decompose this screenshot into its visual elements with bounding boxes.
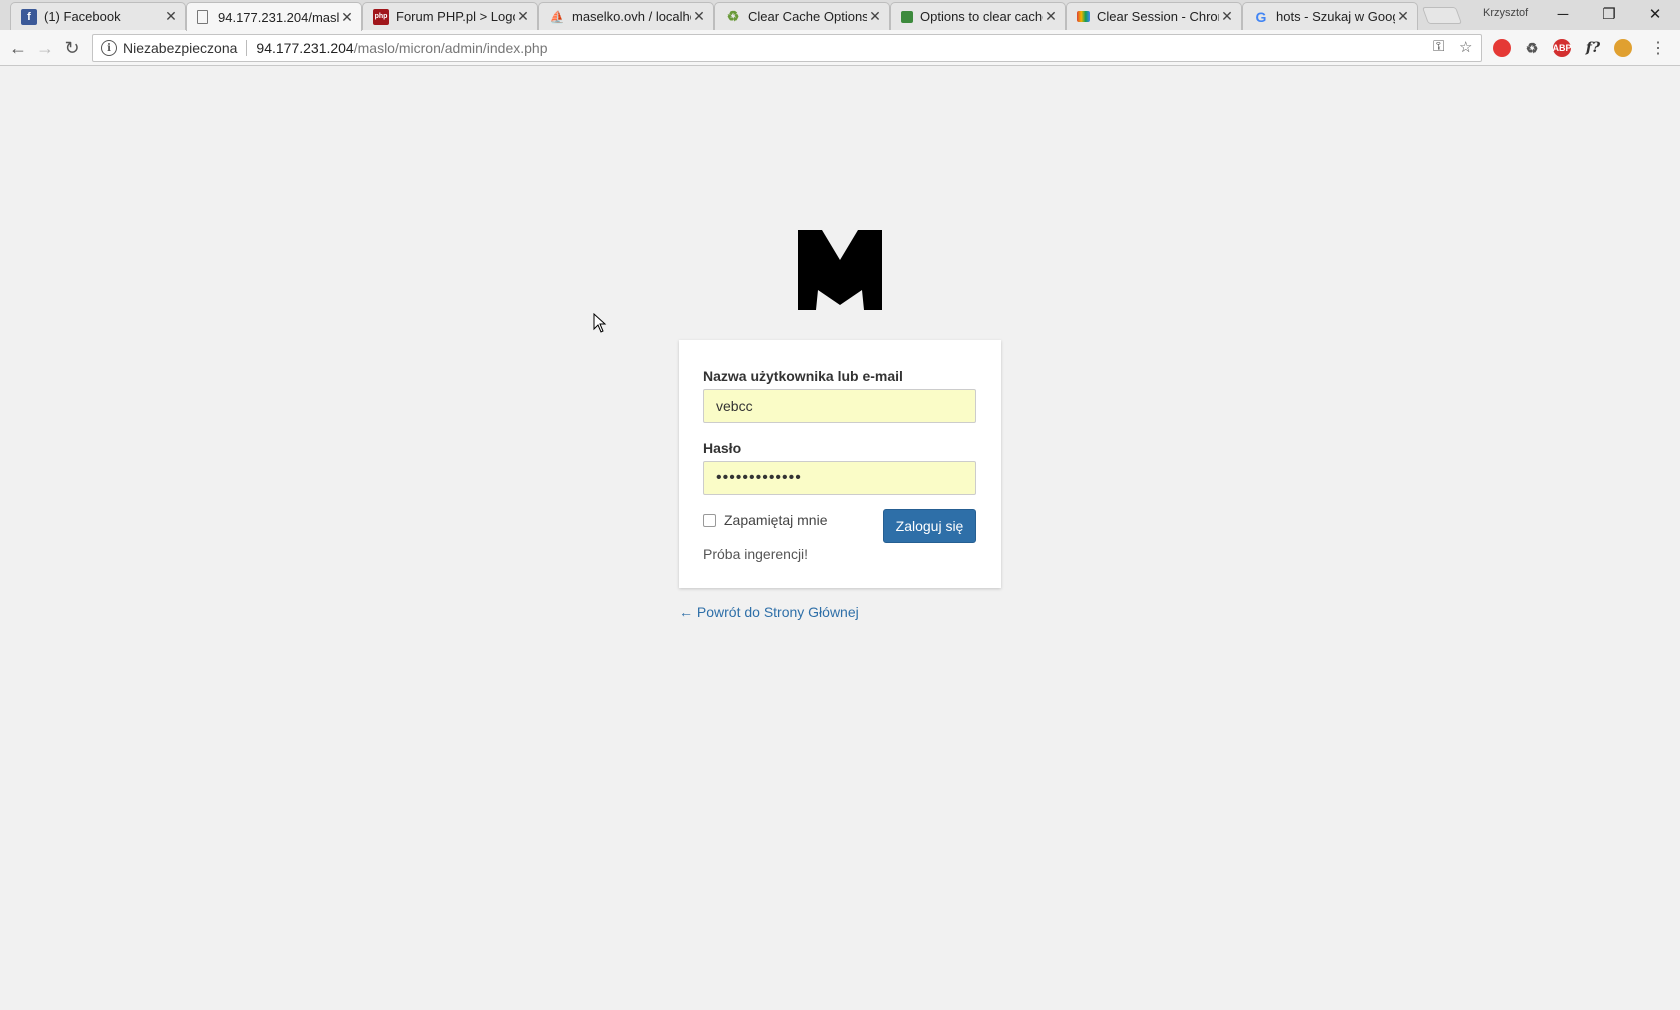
recycle-icon: ♻	[726, 8, 740, 24]
close-icon[interactable]: ✕	[1043, 8, 1059, 25]
star-icon[interactable]: ☆	[1459, 38, 1472, 56]
minimize-button[interactable]: ─	[1540, 0, 1586, 28]
reload-button[interactable]: ↻	[60, 36, 84, 60]
font-identifier-icon[interactable]: f?	[1584, 39, 1602, 57]
remember-checkbox[interactable]	[703, 513, 716, 527]
page-icon	[197, 10, 208, 24]
basket-extension-icon[interactable]	[1614, 39, 1632, 57]
phppl-icon: php	[373, 8, 389, 25]
key-icon[interactable]: ⚿	[1433, 38, 1444, 55]
tab-title: Clear Session - Chrom	[1097, 9, 1219, 24]
close-icon[interactable]: ✕	[515, 8, 531, 25]
tab-clear-cache-options[interactable]: ♻ Clear Cache Options ✕	[714, 2, 890, 30]
remember-label[interactable]: Zapamiętaj mnie	[724, 512, 828, 528]
tab-google-search[interactable]: G hots - Szukaj w Googl ✕	[1242, 2, 1418, 30]
close-icon[interactable]: ✕	[1395, 8, 1411, 25]
close-icon[interactable]: ✕	[691, 8, 707, 25]
url-path: /maslo/micron/admin/index.php	[353, 40, 548, 56]
password-label: Hasło	[703, 440, 742, 456]
tab-title: (1) Facebook	[44, 9, 121, 24]
close-window-button[interactable]: ✕	[1632, 0, 1678, 28]
tab-title: 94.177.231.204/maslo	[218, 9, 339, 25]
tab-title: maselko.ovh / localho	[572, 9, 691, 24]
adblock-plus-icon[interactable]: ABP	[1553, 39, 1572, 57]
login-message: Próba ingerencji!	[703, 546, 809, 562]
url-host: 94.177.231.204	[256, 40, 354, 56]
password-input[interactable]: •••••••••••••	[703, 461, 976, 495]
username-input[interactable]	[703, 389, 976, 423]
username-label: Nazwa użytkownika lub e-mail	[703, 368, 903, 384]
tab-maslo-admin[interactable]: 94.177.231.204/maslo ✕	[186, 2, 362, 31]
site-logo	[798, 230, 882, 310]
new-tab-button[interactable]	[1421, 7, 1463, 24]
tab-title: Options to clear cache	[920, 9, 1043, 24]
tab-title: Clear Cache Options	[748, 9, 867, 24]
address-bar[interactable]: i Niezabezpieczona 94.177.231.204/maslo/…	[92, 34, 1482, 62]
facebook-icon: f	[21, 8, 37, 25]
close-icon[interactable]: ✕	[339, 9, 355, 26]
browser-toolbar: ← → ↻ i Niezabezpieczona 94.177.231.204/…	[0, 30, 1680, 66]
trash-extension-icon[interactable]	[1493, 39, 1511, 57]
profile-name[interactable]: Krzysztof	[1483, 7, 1528, 19]
chrome-store-icon	[1077, 11, 1090, 22]
tab-strip: f (1) Facebook ✕ 94.177.231.204/maslo ✕ …	[0, 0, 1680, 31]
back-to-home-link[interactable]: ← Powrót do Strony Głównej	[679, 604, 859, 620]
google-icon: G	[1255, 8, 1267, 25]
security-label[interactable]: Niezabezpieczona	[123, 40, 237, 56]
tab-clear-session[interactable]: Clear Session - Chrom ✕	[1066, 2, 1242, 30]
info-icon[interactable]: i	[101, 40, 117, 56]
close-icon[interactable]: ✕	[163, 8, 179, 25]
tab-facebook[interactable]: f (1) Facebook ✕	[10, 2, 186, 30]
remember-me[interactable]: Zapamiętaj mnie	[703, 512, 828, 528]
tab-forum-php[interactable]: php Forum PHP.pl > Logo ✕	[362, 2, 538, 30]
phpmyadmin-icon: ⛵	[549, 9, 565, 24]
tab-title: hots - Szukaj w Googl	[1276, 9, 1395, 24]
login-form: Nazwa użytkownika lub e-mail Hasło •••••…	[679, 340, 1001, 588]
close-icon[interactable]: ✕	[1219, 8, 1235, 25]
menu-icon[interactable]: ⋮	[1646, 36, 1670, 60]
mouse-cursor-icon	[593, 313, 607, 333]
login-button[interactable]: Zaloguj się	[883, 509, 976, 543]
back-button[interactable]: ←	[6, 36, 30, 60]
tab-title: Forum PHP.pl > Logo	[396, 9, 515, 24]
address-separator	[246, 40, 248, 56]
close-icon[interactable]: ✕	[867, 8, 883, 25]
forward-button[interactable]: →	[33, 36, 57, 60]
restore-button[interactable]: ❐	[1586, 0, 1632, 28]
tab-phpmyadmin[interactable]: ⛵ maselko.ovh / localho ✕	[538, 2, 714, 30]
recycle-extension-icon[interactable]: ♻	[1523, 39, 1541, 57]
android-icon	[901, 10, 913, 23]
tab-options-clear-cache[interactable]: Options to clear cache ✕	[890, 2, 1066, 30]
